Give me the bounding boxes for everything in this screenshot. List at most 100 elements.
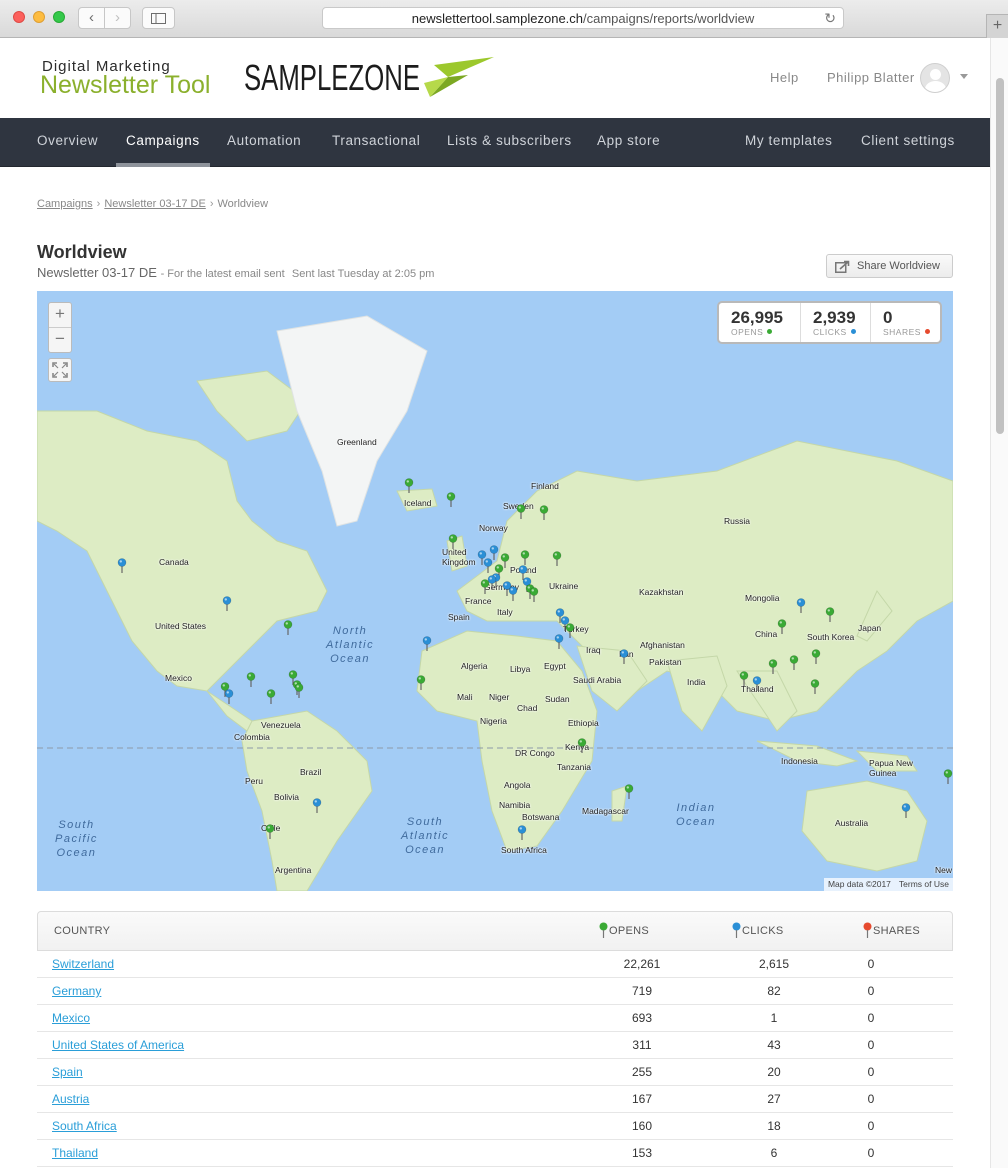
- fullscreen-button[interactable]: [48, 358, 72, 382]
- green-pin-icon[interactable]: [577, 738, 587, 753]
- green-pin-icon[interactable]: [446, 492, 456, 507]
- label-china: China: [755, 629, 778, 639]
- label-south-pacific: South Pacific Ocean: [55, 819, 98, 859]
- close-window-button[interactable]: [13, 11, 25, 23]
- country-link[interactable]: Austria: [52, 1086, 89, 1112]
- blue-pin-icon[interactable]: [752, 676, 762, 691]
- share-worldview-button[interactable]: Share Worldview: [826, 254, 953, 278]
- shares-value: 0: [867, 1119, 875, 1133]
- clicks-value: 20: [767, 1065, 781, 1079]
- zoom-out-button[interactable]: −: [49, 327, 71, 351]
- table-row: Mexico 693 1 0: [37, 1005, 953, 1032]
- col-clicks[interactable]: CLICKS: [732, 912, 784, 951]
- nav-lists-subscribers[interactable]: Lists & subscribers: [447, 118, 572, 166]
- country-link[interactable]: South Africa: [52, 1113, 117, 1139]
- chevron-right-icon: ›: [96, 198, 101, 210]
- blue-pin-icon[interactable]: [619, 649, 629, 664]
- green-pin-icon[interactable]: [565, 623, 575, 638]
- zoom-in-button[interactable]: +: [49, 303, 71, 327]
- col-shares[interactable]: SHARES: [863, 912, 920, 951]
- green-pin-icon[interactable]: [624, 784, 634, 799]
- green-pin-icon[interactable]: [265, 824, 275, 839]
- green-pin-icon[interactable]: [810, 679, 820, 694]
- world-map[interactable]: Greenland Iceland Finland Sweden Norway …: [37, 291, 953, 891]
- country-link[interactable]: Switzerland: [52, 951, 114, 977]
- minimize-window-button[interactable]: [33, 11, 45, 23]
- nav-overview[interactable]: Overview: [37, 118, 98, 166]
- forward-button[interactable]: ›: [104, 7, 131, 29]
- sidebar-toggle-button[interactable]: [142, 7, 175, 29]
- green-pin-icon[interactable]: [943, 769, 953, 784]
- blue-pin-icon[interactable]: [224, 689, 234, 704]
- green-pin-icon[interactable]: [416, 675, 426, 690]
- zoom-window-button[interactable]: [53, 11, 65, 23]
- samplezone-logo[interactable]: SAMPLEZONE: [244, 55, 496, 101]
- nav-campaigns[interactable]: Campaigns: [116, 118, 210, 167]
- blue-pin-icon[interactable]: [508, 586, 518, 601]
- blue-pin-icon[interactable]: [222, 596, 232, 611]
- country-link[interactable]: Germany: [52, 978, 101, 1004]
- address-bar[interactable]: newslettertool.samplezone.ch/campaigns/r…: [322, 7, 844, 29]
- nav-my-templates[interactable]: My templates: [745, 118, 832, 166]
- country-link[interactable]: Spain: [52, 1059, 83, 1085]
- nav-client-settings[interactable]: Client settings: [861, 118, 955, 166]
- col-opens[interactable]: OPENS: [599, 912, 649, 951]
- stat-clicks-label: CLICKS: [813, 327, 856, 337]
- green-pin-icon[interactable]: [777, 619, 787, 634]
- breadcrumb-campaigns[interactable]: Campaigns: [37, 198, 93, 210]
- zoom-control: + −: [48, 302, 72, 353]
- green-pin-icon[interactable]: [516, 504, 526, 519]
- green-pin-icon[interactable]: [768, 659, 778, 674]
- blue-pin-icon[interactable]: [483, 558, 493, 573]
- blue-pin-icon[interactable]: [312, 798, 322, 813]
- green-pin-icon[interactable]: [480, 579, 490, 594]
- col-country[interactable]: COUNTRY: [54, 912, 110, 951]
- green-pin-icon[interactable]: [539, 505, 549, 520]
- scrollbar-thumb[interactable]: [996, 78, 1004, 434]
- country-link[interactable]: Mexico: [52, 1005, 90, 1031]
- label-algeria: Algeria: [461, 661, 488, 671]
- label-egypt: Egypt: [544, 661, 566, 671]
- label-sudan: Sudan: [545, 694, 570, 704]
- green-pin-icon[interactable]: [266, 689, 276, 704]
- chevron-down-icon[interactable]: [960, 74, 968, 79]
- green-pin-icon[interactable]: [811, 649, 821, 664]
- nav-app-store[interactable]: App store: [597, 118, 660, 166]
- new-tab-button[interactable]: +: [986, 14, 1008, 38]
- terms-of-use-link[interactable]: Terms of Use: [895, 879, 953, 889]
- green-pin-icon[interactable]: [825, 607, 835, 622]
- green-pin-icon[interactable]: [789, 655, 799, 670]
- nav-transactional[interactable]: Transactional: [332, 118, 420, 166]
- blue-pin-icon[interactable]: [554, 634, 564, 649]
- breadcrumb-newsletter[interactable]: Newsletter 03-17 DE: [104, 198, 206, 210]
- stat-clicks-value: 2,939: [813, 308, 856, 327]
- blue-pin-icon[interactable]: [796, 598, 806, 613]
- country-link[interactable]: United States of America: [52, 1032, 184, 1058]
- reload-icon[interactable]: ↻: [824, 8, 836, 29]
- help-link[interactable]: Help: [770, 70, 799, 85]
- blue-pin-icon[interactable]: [517, 825, 527, 840]
- user-name[interactable]: Philipp Blatter: [827, 70, 915, 85]
- blue-pin-icon[interactable]: [117, 558, 127, 573]
- green-pin-icon[interactable]: [520, 550, 530, 565]
- back-button[interactable]: ‹: [78, 7, 105, 29]
- blue-pin-icon[interactable]: [901, 803, 911, 818]
- scrollbar-track[interactable]: [990, 38, 1008, 1168]
- clicks-value: 2,615: [758, 957, 790, 971]
- campaign-name: Newsletter 03-17 DE: [37, 265, 157, 280]
- green-pin-icon[interactable]: [552, 551, 562, 566]
- blue-pin-icon[interactable]: [422, 636, 432, 651]
- label-united-states: United States: [155, 621, 207, 631]
- green-pin-icon[interactable]: [529, 587, 539, 602]
- green-pin-icon[interactable]: [448, 534, 458, 549]
- green-pin-icon[interactable]: [739, 671, 749, 686]
- green-pin-icon[interactable]: [283, 620, 293, 635]
- nav-automation[interactable]: Automation: [227, 118, 301, 166]
- country-link[interactable]: Thailand: [52, 1140, 98, 1166]
- avatar[interactable]: [920, 63, 950, 93]
- opens-value: 311: [632, 1038, 652, 1052]
- green-pin-icon[interactable]: [294, 683, 304, 698]
- green-pin-icon[interactable]: [404, 478, 414, 493]
- green-pin-icon[interactable]: [246, 672, 256, 687]
- sent-note: Sent last Tuesday at 2:05 pm: [291, 268, 435, 280]
